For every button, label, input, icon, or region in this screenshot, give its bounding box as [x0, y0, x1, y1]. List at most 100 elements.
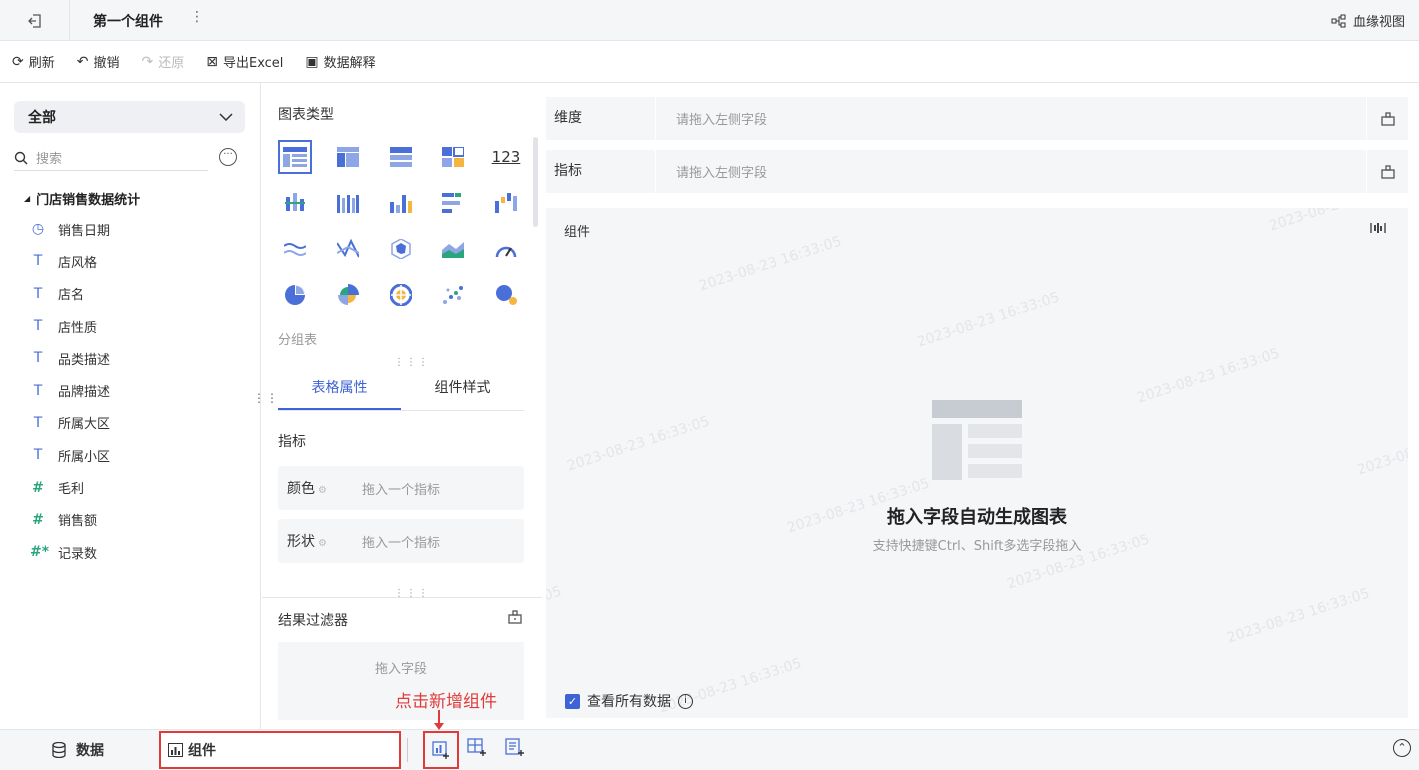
data-tab[interactable]: 数据 — [52, 740, 104, 760]
group-table-icon[interactable] — [384, 140, 418, 174]
horizontal-bar-icon[interactable] — [436, 186, 470, 220]
date-field-icon: ◷ — [31, 221, 45, 238]
cross-table-icon[interactable] — [331, 140, 365, 174]
shape-drop-zone[interactable]: 形状 ⚙ 拖入一个指标 — [278, 519, 524, 563]
collapse-up-icon[interactable]: ⌃ — [1393, 739, 1411, 757]
data-tab-label: 数据 — [76, 743, 104, 759]
field-item[interactable]: # 毛利 — [30, 471, 110, 503]
field-label: 店风格 — [58, 255, 98, 271]
field-label: 销售日期 — [58, 223, 111, 239]
radar-icon[interactable] — [384, 232, 418, 266]
export-excel-button[interactable]: ⊠ 导出Excel — [206, 52, 283, 72]
splitter-handle-icon[interactable]: ⋮⋮⋮ — [394, 357, 430, 368]
dataset-name: 门店销售数据统计 — [36, 193, 141, 208]
refresh-button[interactable]: ⟳ 刷新 — [12, 52, 55, 72]
text-field-icon: T — [33, 414, 43, 431]
add-component-button[interactable] — [423, 731, 459, 769]
refresh-label: 刷新 — [28, 56, 55, 71]
add-story-icon[interactable] — [505, 738, 525, 760]
refresh-icon: ⟳ — [12, 53, 24, 70]
scatter-icon[interactable] — [436, 278, 470, 312]
checkbox-checked-icon[interactable]: ✓ — [565, 693, 580, 709]
stacked-bar-icon[interactable] — [278, 186, 312, 220]
field-item[interactable]: T 店性质 — [30, 310, 110, 342]
field-item[interactable]: #* 记录数 — [30, 536, 110, 568]
dimension-drop-zone[interactable]: 维度 请拖入左侧字段 — [546, 97, 1408, 140]
search-field[interactable]: 搜索 — [14, 145, 208, 171]
field-item[interactable]: T 品牌描述 — [30, 374, 110, 406]
field-item[interactable]: T 品类描述 — [30, 342, 110, 374]
lineage-view-button[interactable]: 血缘视图 — [1331, 11, 1405, 30]
dimension-label: 维度 — [546, 97, 656, 140]
detail-table-icon[interactable] — [278, 140, 312, 174]
dimension-settings-icon[interactable] — [1366, 97, 1408, 140]
chart-type-grid: 123 — [278, 134, 523, 318]
empty-state-subtitle: 支持快捷键Ctrl、Shift多选字段拖入 — [872, 539, 1082, 554]
field-item[interactable]: T 店名 — [30, 278, 110, 310]
rose-chart-icon[interactable] — [331, 278, 365, 312]
empty-chart-illustration — [932, 400, 1024, 486]
number-field-icon: # — [32, 511, 44, 528]
redo-label: 还原 — [158, 56, 185, 71]
bubble-icon[interactable] — [489, 278, 523, 312]
field-label: 店性质 — [58, 320, 98, 336]
exit-icon[interactable] — [0, 0, 70, 41]
kpi-card-icon[interactable] — [436, 140, 470, 174]
pie-chart-icon[interactable] — [278, 278, 312, 312]
view-all-data-checkbox[interactable]: ✓ 查看所有数据 i — [565, 691, 693, 711]
undo-label: 撤销 — [93, 56, 120, 71]
add-dashboard-icon[interactable] — [467, 738, 487, 760]
data-explain-button[interactable]: ▣ 数据解释 — [305, 52, 375, 72]
view-all-label: 查看所有数据 — [587, 694, 671, 710]
tab-table-properties[interactable]: 表格属性 — [278, 368, 401, 410]
chart-type-scrollbar[interactable] — [533, 137, 538, 227]
watermark: 2023-08-23 16:33:05 — [565, 413, 712, 475]
chart-type-title: 图表类型 — [278, 107, 334, 123]
tab-component-style[interactable]: 组件样式 — [401, 368, 524, 410]
measure-drop-zone[interactable]: 指标 请拖入左侧字段 — [546, 150, 1408, 193]
text-field-icon: T — [33, 318, 43, 335]
sunburst-icon[interactable] — [384, 278, 418, 312]
search-options-icon[interactable]: ··· — [219, 148, 237, 166]
dataset-select[interactable]: 全部 — [14, 101, 245, 133]
gauge-icon[interactable] — [489, 232, 523, 266]
search-placeholder: 搜索 — [36, 152, 63, 167]
line-chart-icon[interactable] — [278, 232, 312, 266]
field-item[interactable]: T 所属大区 — [30, 407, 110, 439]
waterfall-icon[interactable] — [489, 186, 523, 220]
undo-button[interactable]: ↶ 撤销 — [77, 52, 120, 72]
measure-placeholder: 请拖入左侧字段 — [676, 166, 768, 181]
redo-button[interactable]: ↷ 还原 — [142, 52, 185, 72]
property-tabs: 表格属性 组件样式 — [278, 368, 524, 411]
number-card-icon[interactable]: 123 — [489, 140, 523, 174]
color-drop-zone[interactable]: 颜色 ⚙ 拖入一个指标 — [278, 466, 524, 510]
info-icon[interactable]: i — [678, 693, 693, 709]
field-item[interactable]: T 店风格 — [30, 245, 110, 277]
area-chart-icon[interactable] — [436, 232, 470, 266]
field-label: 毛利 — [58, 482, 85, 498]
measure-settings-icon[interactable] — [1366, 150, 1408, 193]
field-item[interactable]: ◷ 销售日期 — [30, 213, 110, 245]
settings-icon: ⚙ — [318, 538, 327, 549]
watermark: 2023-08-23 16:33:05 — [1135, 345, 1282, 407]
multi-bar-icon[interactable] — [331, 186, 365, 220]
add-chart-icon — [432, 741, 449, 759]
bar-chart-icon[interactable] — [384, 186, 418, 220]
filter-settings-icon[interactable] — [508, 610, 522, 628]
chart-canvas[interactable]: 2023-08-23 16:33:05 2023-08-23 16:33:05 … — [546, 208, 1408, 718]
watermark: 2023-08-23 16:33:05 — [1267, 208, 1408, 235]
component-tab[interactable]: 组件 — [159, 731, 401, 769]
field-label: 记录数 — [58, 546, 98, 562]
radar-line-icon[interactable] — [331, 232, 365, 266]
component-tab-label: 组件 — [188, 743, 216, 759]
field-item[interactable]: T 所属小区 — [30, 439, 110, 471]
field-item[interactable]: # 销售额 — [30, 504, 110, 536]
dataset-tree-title[interactable]: ◢ 门店销售数据统计 — [24, 189, 140, 208]
text-field-icon: T — [33, 382, 43, 399]
chart-layout-icon[interactable] — [1370, 221, 1386, 239]
more-options-icon[interactable]: ⋮ — [190, 9, 204, 25]
selected-chart-label: 分组表 — [278, 333, 318, 348]
exit-icon-svg — [27, 13, 41, 28]
chevron-down-icon — [219, 113, 233, 121]
watermark: 2023-08-23 16:33:05 — [915, 289, 1062, 351]
